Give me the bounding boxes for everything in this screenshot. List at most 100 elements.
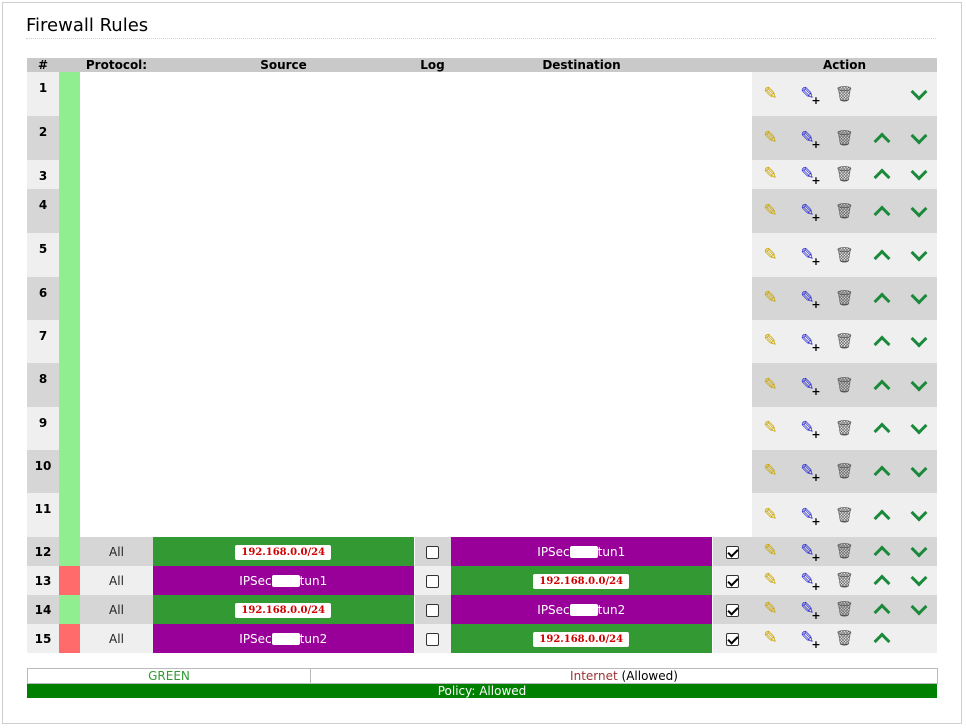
rule-log-cell: [414, 624, 451, 653]
move-down-button[interactable]: [900, 598, 937, 618]
enabled-checkbox[interactable]: [725, 632, 739, 646]
edit-button[interactable]: ✎: [752, 543, 789, 560]
edit-button[interactable]: ✎: [752, 376, 789, 394]
enabled-checkbox[interactable]: [725, 574, 739, 588]
rule-status-indicator: [59, 189, 80, 233]
edit-button[interactable]: ✎: [752, 166, 789, 183]
move-up-button[interactable]: [863, 130, 900, 149]
move-up-button[interactable]: [863, 463, 900, 483]
delete-button[interactable]: 🗑: [826, 602, 863, 617]
move-up-button[interactable]: [863, 601, 900, 621]
log-checkbox[interactable]: [426, 545, 440, 559]
copy-rule-button[interactable]: ✎ +: [789, 333, 826, 354]
rule-details-blank: [80, 407, 752, 450]
rule-details-blank: [80, 233, 752, 277]
copy-rule-button[interactable]: ✎ +: [789, 630, 826, 651]
policy-internet-label: Internet: [570, 669, 618, 683]
table-row: 8 ✎ ✎ + 🗑: [27, 363, 937, 407]
move-down-button[interactable]: [900, 287, 937, 307]
edit-button[interactable]: ✎: [752, 420, 789, 437]
edit-button[interactable]: ✎: [752, 290, 789, 307]
move-down-button[interactable]: [900, 569, 937, 589]
edit-button[interactable]: ✎: [752, 630, 789, 647]
copy-rule-button[interactable]: ✎ +: [789, 246, 826, 267]
move-up-button[interactable]: [863, 507, 900, 526]
copy-rule-button[interactable]: ✎ +: [789, 601, 826, 622]
delete-button[interactable]: 🗑: [826, 464, 863, 479]
enabled-checkbox[interactable]: [725, 545, 739, 559]
copy-rule-button[interactable]: ✎ +: [789, 376, 826, 397]
log-checkbox[interactable]: [426, 603, 440, 617]
edit-button[interactable]: ✎: [752, 601, 789, 618]
delete-button[interactable]: 🗑: [826, 291, 863, 306]
delete-button[interactable]: 🗑: [826, 203, 863, 219]
move-down-button[interactable]: [900, 540, 937, 560]
copy-rule-button[interactable]: ✎ +: [789, 463, 826, 484]
move-down-button[interactable]: [900, 504, 937, 524]
rule-number: 9: [27, 407, 59, 450]
move-down-button[interactable]: [900, 460, 937, 480]
redacted-mask: [271, 575, 300, 587]
enabled-checkbox[interactable]: [725, 603, 739, 617]
delete-button[interactable]: 🗑: [826, 167, 863, 182]
edit-button[interactable]: ✎: [752, 85, 789, 103]
move-down-button[interactable]: [900, 244, 937, 264]
action-group: ✎ ✎ + 🗑: [752, 330, 937, 354]
delete-button[interactable]: 🗑: [826, 544, 863, 559]
rule-actions: ✎ ✎ + 🗑: [752, 233, 937, 277]
chevron-up-icon: [873, 292, 890, 310]
delete-button[interactable]: 🗑: [826, 86, 863, 102]
pencil-icon: ✎: [763, 127, 778, 148]
move-up-button[interactable]: [863, 203, 900, 222]
move-down-button[interactable]: [900, 417, 937, 437]
log-checkbox[interactable]: [426, 574, 440, 588]
move-down-button[interactable]: [900, 330, 937, 350]
move-up-button[interactable]: [863, 333, 900, 353]
copy-rule-button[interactable]: ✎ +: [789, 572, 826, 593]
rule-number: 12: [27, 537, 59, 566]
delete-button[interactable]: 🗑: [826, 377, 863, 393]
edit-button[interactable]: ✎: [752, 463, 789, 480]
move-down-button[interactable]: [900, 200, 937, 220]
delete-button[interactable]: 🗑: [826, 421, 863, 436]
copy-rule-button[interactable]: ✎ +: [789, 166, 826, 187]
delete-button[interactable]: 🗑: [826, 334, 863, 349]
copy-rule-button[interactable]: ✎ +: [789, 420, 826, 441]
move-down-button[interactable]: [900, 374, 937, 394]
move-up-button[interactable]: [863, 290, 900, 310]
edit-button[interactable]: ✎: [752, 572, 789, 589]
move-up-button[interactable]: [863, 377, 900, 396]
copy-rule-button[interactable]: ✎ +: [789, 85, 826, 106]
move-up-button[interactable]: [863, 543, 900, 563]
move-up-button[interactable]: [863, 630, 900, 650]
copy-rule-button[interactable]: ✎ +: [789, 129, 826, 150]
move-down-button[interactable]: [900, 127, 937, 147]
edit-button[interactable]: ✎: [752, 333, 789, 350]
chevron-up-icon: [873, 168, 890, 186]
move-up-button[interactable]: [863, 247, 900, 266]
delete-button[interactable]: 🗑: [826, 247, 863, 263]
rule-status-indicator: [59, 537, 80, 566]
copy-rule-button[interactable]: ✎ +: [789, 290, 826, 311]
log-checkbox[interactable]: [426, 632, 440, 646]
move-up-button[interactable]: [863, 572, 900, 592]
move-up-button[interactable]: [863, 166, 900, 186]
delete-button[interactable]: 🗑: [826, 507, 863, 523]
policy-green-label: GREEN: [148, 669, 190, 683]
rule-source: 192.168.0.0/24: [153, 537, 415, 566]
delete-button[interactable]: 🗑: [826, 631, 863, 646]
copy-rule-button[interactable]: ✎ +: [789, 202, 826, 223]
move-up-button[interactable]: [863, 420, 900, 440]
delete-button[interactable]: 🗑: [826, 573, 863, 588]
delete-button[interactable]: 🗑: [826, 130, 863, 146]
edit-button[interactable]: ✎: [752, 202, 789, 220]
edit-button[interactable]: ✎: [752, 506, 789, 524]
rule-destination: 192.168.0.0/24: [451, 566, 713, 595]
edit-button[interactable]: ✎: [752, 127, 789, 148]
move-down-button[interactable]: [900, 83, 937, 103]
edit-button[interactable]: ✎: [752, 246, 789, 264]
copy-rule-button[interactable]: ✎ +: [789, 543, 826, 564]
rule-destination-ipsec-prefix: IPSec: [537, 602, 570, 617]
move-down-button[interactable]: [900, 163, 937, 183]
copy-rule-button[interactable]: ✎ +: [789, 506, 826, 527]
